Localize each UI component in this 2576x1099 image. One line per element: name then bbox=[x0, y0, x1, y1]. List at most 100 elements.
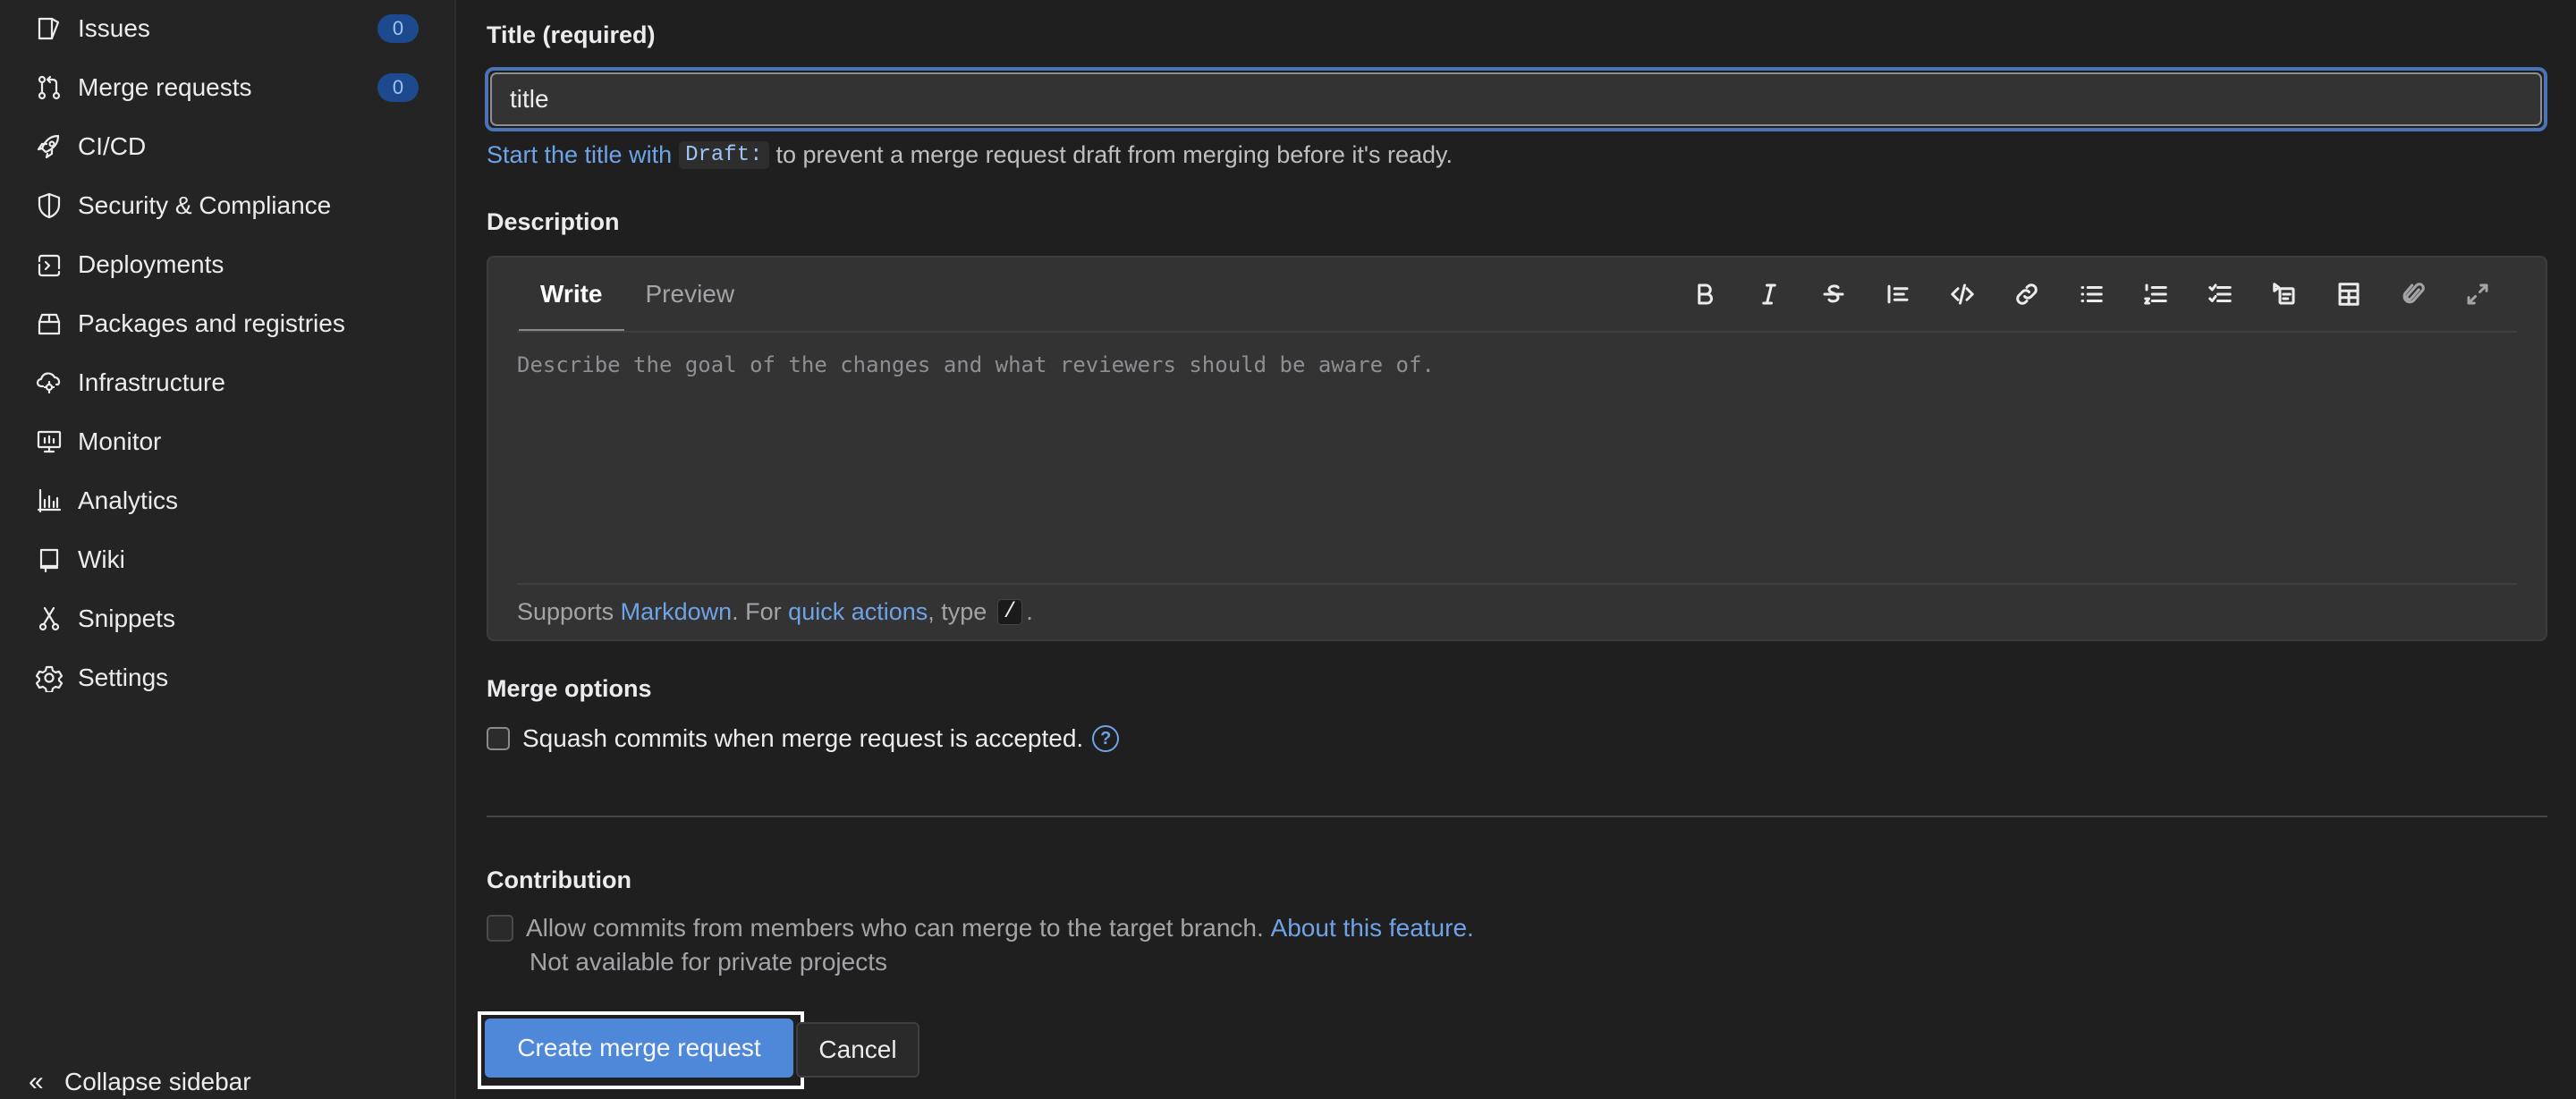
tab-write[interactable]: Write bbox=[519, 258, 624, 333]
attach-button[interactable] bbox=[2381, 272, 2445, 317]
editor-footer-divider bbox=[517, 583, 2517, 585]
task-list-button[interactable] bbox=[2188, 272, 2252, 317]
draft-hint-suffix: to prevent a merge request draft from me… bbox=[775, 141, 1453, 168]
sidebar-item-packages[interactable]: Packages and registries bbox=[0, 299, 456, 349]
fullscreen-button[interactable] bbox=[2445, 272, 2510, 317]
sidebar-item-monitor[interactable]: Monitor bbox=[0, 417, 456, 467]
strikethrough-icon bbox=[1823, 284, 1844, 303]
slash-code: / bbox=[996, 598, 1023, 625]
draft-code: Draft: bbox=[679, 141, 769, 169]
table-button[interactable] bbox=[2317, 272, 2381, 317]
bullet-list-button[interactable] bbox=[2059, 272, 2123, 317]
link-button[interactable] bbox=[1995, 272, 2059, 317]
description-textarea[interactable] bbox=[517, 345, 2519, 569]
sidebar-item-cicd[interactable]: CI/CD bbox=[0, 122, 456, 172]
quote-icon bbox=[1887, 284, 1909, 304]
sidebar-item-wiki[interactable]: Wiki bbox=[0, 535, 456, 585]
sidebar-item-label: Issues bbox=[78, 14, 150, 42]
sidebar-item-label: Monitor bbox=[78, 427, 162, 455]
sidebar-item-label: Snippets bbox=[78, 604, 175, 632]
collapsible-button[interactable] bbox=[2252, 272, 2317, 317]
allow-commits-label: Allow commits from members who can merge… bbox=[526, 914, 1264, 942]
book-icon bbox=[34, 545, 64, 575]
deployments-icon bbox=[34, 249, 64, 280]
create-merge-request-button[interactable]: Create merge request bbox=[485, 1019, 793, 1078]
about-feature-link[interactable]: About this feature. bbox=[1271, 914, 1474, 943]
numbered-list-icon bbox=[2144, 283, 2167, 305]
allow-commits-checkbox[interactable] bbox=[487, 915, 513, 942]
merge-request-form: Title (required) Start the title with Dr… bbox=[458, 0, 2576, 1099]
markdown-link[interactable]: Markdown bbox=[621, 598, 733, 626]
italic-icon bbox=[1762, 283, 1776, 305]
numbered-list-button[interactable] bbox=[2123, 272, 2188, 317]
editor-tabs: Write Preview bbox=[519, 258, 757, 333]
collapse-sidebar-button[interactable]: « Collapse sidebar bbox=[29, 1064, 251, 1099]
sidebar-item-label: Deployments bbox=[78, 250, 225, 278]
section-divider bbox=[487, 816, 2547, 817]
rocket-icon bbox=[34, 131, 64, 162]
tab-preview[interactable]: Preview bbox=[624, 258, 757, 331]
task-list-icon bbox=[2208, 283, 2232, 302]
double-chevron-left-icon: « bbox=[29, 1067, 44, 1096]
sidebar-item-analytics[interactable]: Analytics bbox=[0, 476, 456, 526]
fullscreen-icon bbox=[2467, 283, 2488, 305]
bold-icon bbox=[1698, 283, 1713, 305]
merge-options-label: Merge options bbox=[487, 675, 652, 702]
sidebar-item-label: CI/CD bbox=[78, 132, 147, 160]
strikethrough-button[interactable] bbox=[1801, 272, 1866, 317]
sidebar-item-label: Merge requests bbox=[78, 73, 252, 101]
draft-hint: Start the title with Draft: to prevent a… bbox=[487, 141, 1453, 169]
not-available-text: Not available for private projects bbox=[530, 948, 887, 976]
issues-icon bbox=[34, 13, 64, 44]
collapsible-icon bbox=[2273, 283, 2295, 305]
shield-icon bbox=[34, 190, 64, 221]
sidebar-item-snippets[interactable]: Snippets bbox=[0, 594, 456, 644]
collapse-sidebar-label: Collapse sidebar bbox=[64, 1068, 251, 1095]
tab-divider bbox=[517, 331, 2517, 333]
monitor-icon bbox=[34, 427, 64, 457]
italic-button[interactable] bbox=[1737, 272, 1801, 317]
table-icon bbox=[2338, 283, 2360, 306]
squash-commits-row: Squash commits when merge request is acc… bbox=[487, 724, 1120, 753]
cancel-button[interactable]: Cancel bbox=[796, 1022, 919, 1078]
draft-hint-link[interactable]: Start the title with bbox=[487, 141, 672, 169]
contribution-label: Contribution bbox=[487, 867, 631, 893]
sidebar-item-label: Settings bbox=[78, 664, 169, 691]
editor-footer: Supports Markdown. For quick actions, ty… bbox=[517, 594, 1033, 630]
bold-button[interactable] bbox=[1673, 272, 1737, 317]
title-input[interactable] bbox=[490, 72, 2542, 126]
sidebar-item-label: Infrastructure bbox=[78, 368, 225, 396]
description-label: Description bbox=[487, 208, 620, 235]
title-input-focus-ring bbox=[485, 67, 2547, 131]
quote-button[interactable] bbox=[1866, 272, 1930, 317]
sidebar-item-label: Security & Compliance bbox=[78, 191, 332, 219]
footer-type-text: , type bbox=[928, 597, 987, 625]
code-icon bbox=[1951, 283, 1974, 305]
allow-commits-row: Allow commits from members who can merge… bbox=[487, 914, 1474, 943]
code-button[interactable] bbox=[1930, 272, 1995, 317]
squash-commits-checkbox[interactable] bbox=[487, 727, 510, 750]
markdown-toolbar bbox=[1673, 272, 2510, 317]
sidebar-item-label: Analytics bbox=[78, 486, 179, 514]
description-editor: Write Preview Supports Markdown. For qui… bbox=[487, 256, 2547, 641]
sidebar-item-issues[interactable]: Issues 0 bbox=[0, 4, 456, 54]
sidebar-item-merge-requests[interactable]: Merge requests 0 bbox=[0, 63, 456, 113]
quick-actions-link[interactable]: quick actions bbox=[788, 598, 928, 626]
title-label: Title (required) bbox=[487, 21, 656, 48]
chart-icon bbox=[34, 486, 64, 516]
bullet-list-icon bbox=[2080, 286, 2103, 302]
package-icon bbox=[34, 309, 64, 339]
sidebar-item-label: Wiki bbox=[78, 545, 125, 573]
sidebar-item-deployments[interactable]: Deployments bbox=[0, 240, 456, 290]
squash-commits-label[interactable]: Squash commits when merge request is acc… bbox=[522, 724, 1083, 753]
sidebar-item-settings[interactable]: Settings bbox=[0, 653, 456, 703]
sidebar-item-security[interactable]: Security & Compliance bbox=[0, 181, 456, 231]
issues-count-badge: 0 bbox=[377, 14, 419, 43]
cloud-gear-icon bbox=[34, 368, 64, 398]
footer-supports-text: Supports bbox=[517, 597, 614, 625]
footer-end: . bbox=[1026, 597, 1033, 625]
sidebar-item-infrastructure[interactable]: Infrastructure bbox=[0, 358, 456, 408]
sidebar-item-label: Packages and registries bbox=[78, 309, 345, 337]
help-icon[interactable]: ? bbox=[1092, 725, 1120, 752]
sidebar: Issues 0 Merge requests 0 CI/CD Security… bbox=[0, 0, 456, 1099]
